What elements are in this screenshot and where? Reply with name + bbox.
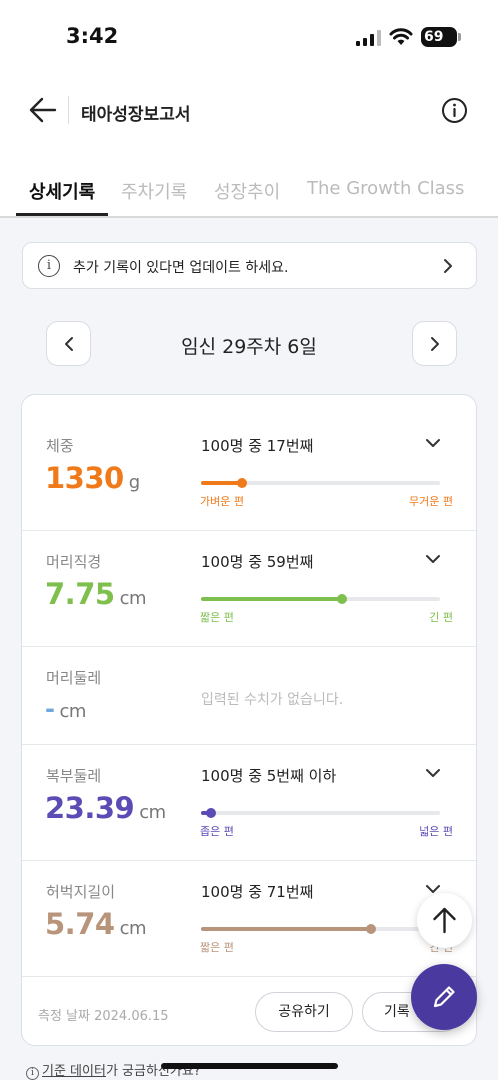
- share-button[interactable]: 공유하기: [255, 992, 353, 1032]
- page-title: 태아성장보고서: [81, 105, 191, 125]
- cell-signal-icon: [356, 30, 381, 46]
- tab-bar: 상세기록 주차기록 성장추이 The Growth Class: [0, 165, 498, 218]
- empty-message: 입력된 수치가 없습니다.: [201, 692, 344, 708]
- high-label: 긴 편: [429, 611, 453, 624]
- update-notice-banner[interactable]: i 추가 기록이 있다면 업데이트 하세요.: [22, 242, 477, 289]
- metric-row-femur-length: 허벅지길이 5.74cm 100명 중 71번째 짧은 편 긴 편: [22, 861, 476, 977]
- tab-detail-record[interactable]: 상세기록: [29, 178, 95, 204]
- metric-label: 머리둘레: [46, 669, 102, 687]
- chevron-down-icon[interactable]: [425, 551, 441, 567]
- chevron-down-icon[interactable]: [425, 765, 441, 781]
- criteria-data-link[interactable]: 기준 데이터: [42, 1064, 106, 1079]
- next-week-button[interactable]: [412, 321, 457, 366]
- high-label: 넓은 편: [419, 825, 453, 838]
- metric-label: 머리직경: [46, 553, 102, 571]
- metric-row-weight: 체중 1330 g 100명 중 17번째 가벼운 편 무거운 편: [22, 395, 476, 531]
- notice-text: 추가 기록이 있다면 업데이트 하세요.: [73, 260, 289, 276]
- percentile-bar: [201, 924, 440, 934]
- metric-value: 23.39 cm: [45, 791, 166, 825]
- chevron-down-icon[interactable]: [425, 435, 441, 451]
- low-label: 좁은 편: [200, 825, 234, 838]
- low-label: 짧은 편: [200, 611, 234, 624]
- chevron-right-icon: [444, 259, 452, 273]
- status-bar: 3:42 69: [0, 0, 498, 72]
- metric-rank: 100명 중 5번째 이하: [201, 767, 337, 785]
- low-label: 짧은 편: [200, 941, 234, 954]
- wifi-icon: [389, 28, 413, 45]
- percentile-bar: [201, 808, 440, 818]
- metric-label: 복부둘레: [46, 767, 102, 785]
- metric-value: 1330 g: [45, 461, 140, 495]
- edit-fab-button[interactable]: [411, 964, 477, 1030]
- metric-rank: 100명 중 71번째: [201, 883, 314, 901]
- measurement-card: 체중 1330 g 100명 중 17번째 가벼운 편 무거운 편 머리직경 7.…: [21, 394, 477, 1046]
- info-icon[interactable]: [441, 97, 468, 124]
- arrow-up-icon: [433, 907, 456, 934]
- percentile-bar: [201, 594, 440, 604]
- metric-label: 허벅지길이: [46, 883, 116, 901]
- metric-value: 5.74 cm: [45, 907, 147, 941]
- info-icon: i: [38, 255, 60, 277]
- battery-icon: 69: [421, 27, 461, 47]
- tab-growth-class[interactable]: The Growth Class: [307, 178, 464, 199]
- pencil-icon: [433, 986, 455, 1008]
- metric-rank: 100명 중 59번째: [201, 553, 314, 571]
- active-tab-indicator: [16, 213, 108, 216]
- low-label: 가벼운 편: [200, 495, 244, 508]
- home-indicator: [161, 1063, 338, 1069]
- chevron-right-icon: [431, 337, 439, 351]
- measure-date: 측정 날짜 2024.06.15: [38, 1009, 169, 1024]
- tab-growth-trend[interactable]: 성장추이: [214, 178, 280, 204]
- metric-rank: 100명 중 17번째: [201, 437, 314, 455]
- tab-weekly-record[interactable]: 주차기록: [121, 178, 187, 204]
- scroll-top-button[interactable]: [417, 893, 472, 948]
- battery-level: 69: [424, 29, 444, 45]
- metric-value: - cm: [45, 695, 86, 723]
- metric-value: 7.75 cm: [45, 577, 147, 611]
- metric-row-head-circumference: 머리둘레 - cm 입력된 수치가 없습니다.: [22, 647, 476, 745]
- metric-row-abdominal-circumference: 복부둘레 23.39 cm 100명 중 5번째 이하 좁은 편 넓은 편: [22, 745, 476, 861]
- high-label: 무거운 편: [409, 495, 453, 508]
- metric-label: 체중: [46, 437, 74, 455]
- title-divider: [68, 96, 69, 124]
- metric-row-head-diameter: 머리직경 7.75 cm 100명 중 59번째 짧은 편 긴 편: [22, 531, 476, 647]
- percentile-bar: [201, 478, 440, 488]
- info-icon: i: [26, 1067, 39, 1080]
- status-time: 3:42: [66, 24, 119, 48]
- arrow-left-icon[interactable]: [28, 95, 58, 125]
- header-area: 3:42 69 태아성장보고서 상세기록 주차기록 성장추이 The Growt…: [0, 0, 498, 218]
- app-bar: 태아성장보고서: [0, 80, 498, 140]
